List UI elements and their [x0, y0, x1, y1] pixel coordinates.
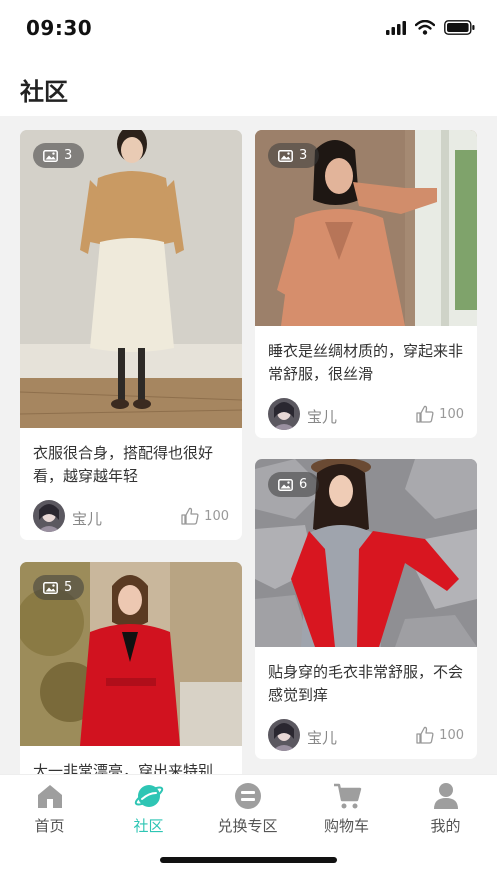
wifi-icon	[415, 20, 435, 35]
like-button[interactable]: 100	[415, 404, 464, 424]
tab-exchange[interactable]: 兑换专区	[198, 781, 297, 836]
status-icons	[386, 20, 475, 35]
photo-count: 3	[299, 148, 308, 163]
like-count: 100	[439, 727, 464, 743]
author-name[interactable]: 宝儿	[307, 727, 337, 748]
like-button[interactable]: 100	[415, 725, 464, 745]
tab-label: 购物车	[323, 817, 369, 835]
post-card[interactable]: 6 贴身穿的毛衣非常舒服，不会感觉到痒 宝儿 100	[255, 459, 477, 759]
tab-label: 我的	[430, 817, 461, 835]
avatar[interactable]	[268, 398, 300, 430]
post-image[interactable]: 6	[255, 459, 477, 647]
photo-count: 5	[64, 580, 73, 595]
home-indicator	[160, 857, 337, 863]
photo-count-badge: 3	[33, 143, 85, 168]
thumbs-up-icon	[416, 726, 434, 744]
tab-home[interactable]: 首页	[0, 781, 99, 836]
post-meta: 宝儿 100	[255, 392, 477, 438]
post-description: 大一非常漂亮，穿出来特别	[33, 762, 214, 774]
post-image[interactable]: 5	[20, 562, 242, 746]
image-icon	[278, 149, 293, 162]
tab-profile[interactable]: 我的	[396, 781, 495, 836]
home-icon	[37, 785, 62, 808]
post-card[interactable]: 5 大一非常漂亮，穿出来特别	[20, 562, 242, 774]
photo-count-badge: 5	[33, 575, 85, 600]
tab-label: 社区	[133, 817, 164, 835]
photo-count-badge: 3	[268, 143, 320, 168]
post-meta: 宝儿 100	[20, 494, 242, 540]
image-icon	[278, 478, 293, 491]
like-button[interactable]: 100	[180, 506, 229, 526]
exchange-icon	[234, 783, 261, 809]
avatar[interactable]	[33, 500, 65, 532]
planet-icon	[134, 785, 163, 807]
author-name[interactable]: 宝儿	[72, 508, 102, 529]
image-icon	[43, 149, 58, 162]
post-description: 衣服很合身，搭配得也很好看，越穿越年轻	[33, 444, 214, 485]
status-bar: 09:30	[0, 0, 497, 58]
thumbs-up-icon	[181, 507, 199, 525]
tab-label: 兑换专区	[217, 817, 278, 835]
post-image[interactable]: 3	[255, 130, 477, 326]
header: 社区	[0, 58, 497, 116]
post-description: 贴身穿的毛衣非常舒服，不会感觉到痒	[268, 663, 464, 704]
image-icon	[43, 581, 58, 594]
like-count: 100	[204, 508, 229, 524]
page-title: 社区	[20, 78, 68, 106]
community-feed[interactable]: 3 衣服很合身，搭配得也很好看，越穿越年轻 宝儿 100 3 睡衣是丝绸材质的，…	[0, 116, 497, 774]
status-time: 09:30	[26, 16, 93, 40]
post-image[interactable]: 3	[20, 130, 242, 428]
like-count: 100	[439, 406, 464, 422]
thumbs-up-icon	[416, 405, 434, 423]
signal-icon	[386, 20, 406, 35]
tab-bar: 首页 社区 兑换专区 购物车 我的	[0, 774, 497, 884]
post-description: 睡衣是丝绸材质的，穿起来非常舒服，很丝滑	[268, 342, 464, 383]
photo-count-badge: 6	[268, 472, 320, 497]
battery-icon	[444, 20, 475, 35]
tab-cart[interactable]: 购物车	[297, 781, 396, 836]
tab-label: 首页	[34, 817, 65, 835]
post-card[interactable]: 3 睡衣是丝绸材质的，穿起来非常舒服，很丝滑 宝儿 100	[255, 130, 477, 438]
cart-icon	[333, 783, 361, 809]
post-meta: 宝儿 100	[255, 713, 477, 759]
photo-count: 6	[299, 477, 308, 492]
avatar[interactable]	[268, 719, 300, 751]
user-icon	[433, 783, 458, 809]
post-card[interactable]: 3 衣服很合身，搭配得也很好看，越穿越年轻 宝儿 100	[20, 130, 242, 540]
tab-community[interactable]: 社区	[99, 781, 198, 836]
photo-count: 3	[64, 148, 73, 163]
author-name[interactable]: 宝儿	[307, 406, 337, 427]
